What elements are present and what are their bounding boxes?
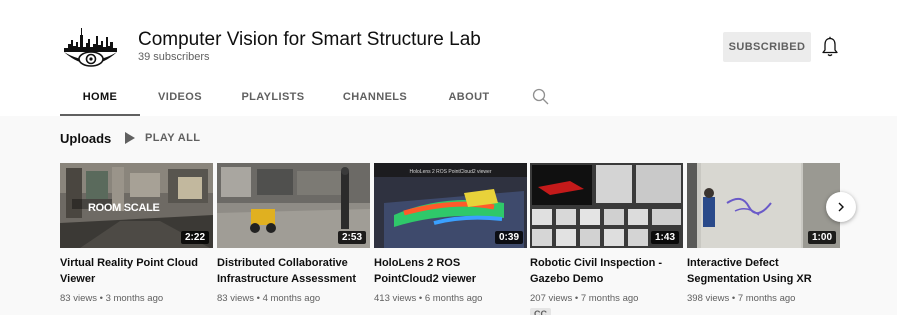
tab-home[interactable]: HOME (60, 78, 140, 116)
video-title[interactable]: Robotic Civil Inspection - Gazebo Demo (530, 255, 683, 287)
video-duration: 1:00 (807, 231, 836, 244)
video-thumbnail[interactable]: 1:43 (530, 163, 683, 248)
play-all-label: PLAY ALL (145, 132, 201, 144)
channel-title: Computer Vision for Smart Structure Lab (138, 29, 481, 50)
uploads-heading[interactable]: Uploads (60, 131, 111, 146)
channel-header: Computer Vision for Smart Structure Lab … (0, 0, 897, 116)
subscriber-count: 39 subscribers (138, 51, 210, 63)
tab-about[interactable]: ABOUT (444, 78, 494, 116)
bell-icon[interactable] (821, 36, 839, 58)
subscribed-button[interactable]: SUBSCRIBED (723, 32, 811, 62)
channel-avatar[interactable] (60, 18, 122, 80)
chevron-right-icon (838, 202, 844, 212)
thumbnail-overlay-text: HoloLens 2 ROS PointCloud2 viewer (409, 169, 492, 175)
video-card[interactable]: ROOM SCALE 2:22 Virtual Reality Point Cl… (60, 163, 213, 304)
video-thumbnail[interactable]: HoloLens 2 ROS PointCloud2 viewer 0:39 (374, 163, 527, 248)
video-card[interactable]: HoloLens 2 ROS PointCloud2 viewer 0:39 H… (374, 163, 527, 304)
search-icon[interactable] (532, 88, 550, 106)
video-duration: 0:39 (494, 231, 523, 244)
video-meta: 398 views • 7 months ago (687, 293, 796, 304)
video-title[interactable]: HoloLens 2 ROS PointCloud2 viewer (374, 255, 527, 287)
video-title[interactable]: Virtual Reality Point Cloud Viewer (60, 255, 213, 287)
tab-channels[interactable]: CHANNELS (340, 78, 410, 116)
thumbnail-overlay-text: ROOM SCALE (88, 202, 160, 214)
video-duration: 2:53 (337, 231, 366, 244)
video-meta: 83 views • 3 months ago (60, 293, 164, 304)
video-duration: 1:43 (650, 231, 679, 244)
video-meta: 83 views • 4 months ago (217, 293, 321, 304)
video-title[interactable]: Distributed Collaborative Infrastructure… (217, 255, 370, 287)
video-thumbnail[interactable]: 1:00 (687, 163, 840, 248)
play-all-button[interactable]: PLAY ALL (124, 128, 200, 148)
skyline-eye-logo (60, 18, 122, 80)
video-card[interactable]: 1:00 Interactive Defect Segmentation Usi… (687, 163, 840, 304)
tab-videos[interactable]: VIDEOS (152, 78, 208, 116)
video-thumbnail[interactable]: ROOM SCALE 2:22 (60, 163, 213, 248)
channel-page: Computer Vision for Smart Structure Lab … (0, 0, 897, 315)
next-button[interactable] (826, 192, 856, 222)
video-card[interactable]: 2:53 Distributed Collaborative Infrastru… (217, 163, 370, 304)
video-title[interactable]: Interactive Defect Segmentation Using XR… (687, 255, 840, 287)
play-icon (125, 132, 135, 144)
video-thumbnail[interactable]: 2:53 (217, 163, 370, 248)
video-card[interactable]: 1:43 Robotic Civil Inspection - Gazebo D… (530, 163, 683, 315)
tab-playlists[interactable]: PLAYLISTS (240, 78, 306, 116)
video-duration: 2:22 (180, 231, 209, 244)
closed-captions-badge: CC (530, 308, 551, 315)
video-meta: 413 views • 6 months ago (374, 293, 483, 304)
video-meta: 207 views • 7 months ago (530, 293, 639, 304)
